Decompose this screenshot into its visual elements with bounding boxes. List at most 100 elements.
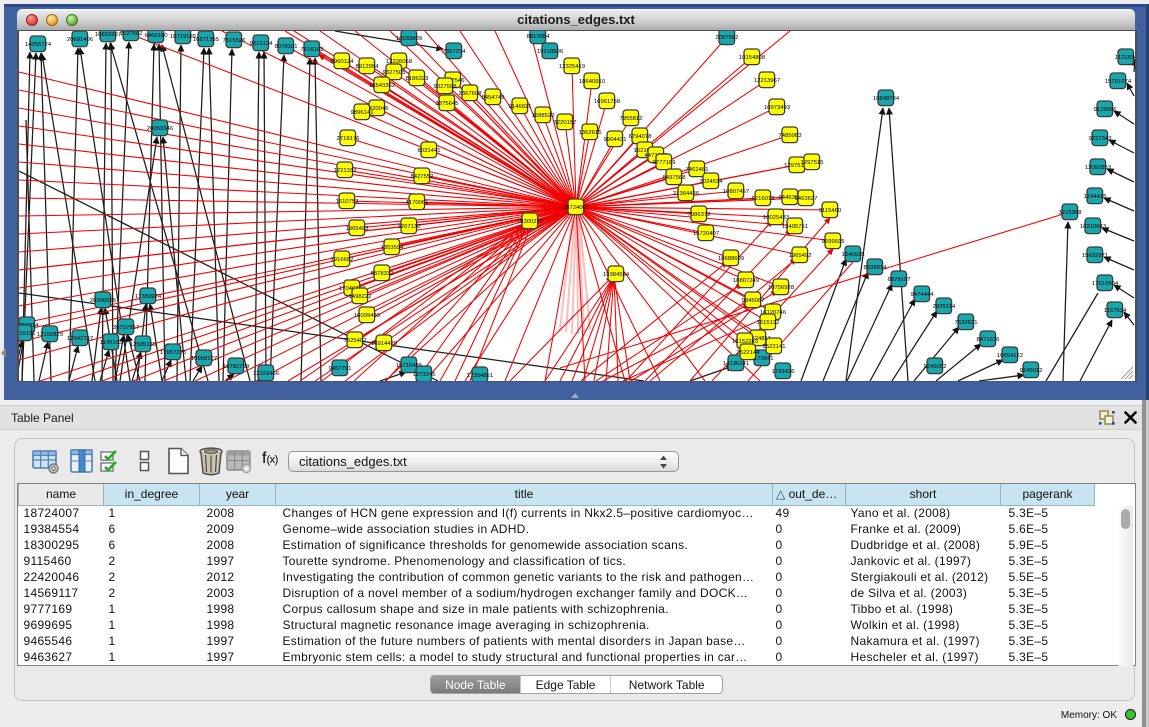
svg-text:4170061: 4170061 [406, 200, 429, 206]
svg-text:15751074: 15751074 [1105, 79, 1132, 85]
svg-text:17359924: 17359924 [135, 294, 162, 300]
svg-text:10958127: 10958127 [191, 356, 217, 362]
svg-text:9777169: 9777169 [653, 160, 676, 166]
svg-text:2522144: 2522144 [737, 350, 761, 356]
svg-text:9245012: 9245012 [1020, 368, 1043, 374]
svg-text:18640910: 18640910 [579, 79, 606, 85]
svg-text:7462461: 7462461 [686, 167, 709, 173]
svg-text:8878332: 8878332 [371, 271, 394, 277]
svg-text:2718176: 2718176 [337, 136, 361, 142]
svg-text:9474444: 9474444 [911, 292, 935, 298]
svg-text:8960124: 8960124 [331, 59, 355, 65]
svg-text:9129966: 9129966 [1094, 107, 1118, 113]
svg-text:18300273: 18300273 [517, 219, 544, 225]
svg-text:7485063: 7485063 [779, 133, 803, 139]
svg-text:16961758: 16961758 [594, 99, 621, 105]
svg-text:1615132: 1615132 [757, 320, 780, 326]
svg-text:1167534: 1167534 [1104, 308, 1127, 314]
svg-text:8078101: 8078101 [275, 44, 298, 50]
svg-text:10025433: 10025433 [763, 215, 790, 221]
svg-text:15720407: 15720407 [693, 231, 719, 237]
svg-text:13495751: 13495751 [782, 224, 808, 230]
svg-text:1353594: 1353594 [381, 245, 405, 251]
svg-text:16099489: 16099489 [354, 313, 380, 319]
svg-text:3220157: 3220157 [554, 120, 577, 126]
svg-text:9463627: 9463627 [795, 196, 818, 202]
svg-text:20206555: 20206555 [90, 298, 117, 304]
svg-text:10154808: 10154808 [739, 55, 766, 61]
svg-text:20691406: 20691406 [67, 37, 94, 43]
svg-text:1965492: 1965492 [789, 253, 812, 259]
svg-text:16210643: 16210643 [1080, 224, 1107, 230]
svg-text:1610753: 1610753 [336, 199, 360, 205]
svg-text:6466160: 6466160 [145, 33, 169, 39]
svg-text:1640935: 1640935 [842, 252, 866, 258]
svg-text:6879197: 6879197 [888, 277, 911, 283]
svg-text:17957275: 17957275 [160, 350, 187, 356]
svg-text:3875645: 3875645 [436, 101, 460, 107]
svg-text:1273245: 1273245 [413, 372, 437, 378]
svg-text:18807249: 18807249 [733, 278, 759, 284]
svg-text:8186323: 8186323 [406, 76, 430, 82]
svg-text:3024534: 3024534 [700, 179, 724, 185]
svg-text:10688609: 10688609 [718, 256, 744, 262]
svg-text:2935114: 2935114 [933, 304, 956, 310]
svg-text:10973493: 10973493 [764, 105, 791, 111]
svg-text:6216012: 6216012 [752, 196, 775, 202]
svg-text:10654122: 10654122 [997, 353, 1023, 359]
svg-text:18724007: 18724007 [563, 205, 589, 211]
svg-text:9457791: 9457791 [329, 366, 352, 372]
svg-text:3267130: 3267130 [398, 224, 422, 230]
svg-text:12505135: 12505135 [130, 342, 157, 348]
svg-text:10756928: 10756928 [768, 285, 795, 291]
svg-text:9115460: 9115460 [819, 208, 842, 214]
svg-text:1221333: 1221333 [334, 168, 358, 174]
svg-text:8031441: 8031441 [418, 148, 441, 154]
svg-text:10807457: 10807457 [723, 189, 749, 195]
svg-text:9327508: 9327508 [434, 84, 458, 90]
svg-text:8427552: 8427552 [411, 174, 434, 180]
svg-text:14055724: 14055724 [25, 42, 52, 48]
svg-text:1145193: 1145193 [100, 340, 123, 346]
svg-text:8454749: 8454749 [482, 95, 505, 101]
svg-text:19384554: 19384554 [603, 272, 630, 278]
svg-text:1733426: 1733426 [772, 369, 796, 375]
svg-text:39757857: 39757857 [113, 325, 139, 331]
svg-text:16543362: 16543362 [369, 83, 395, 89]
svg-text:1121834: 1121834 [1115, 55, 1135, 61]
svg-text:15692971: 15692971 [1082, 253, 1108, 259]
svg-text:1362615: 1362615 [579, 130, 603, 136]
svg-text:12323466: 12323466 [253, 371, 280, 377]
svg-text:13325419: 13325419 [559, 64, 585, 70]
svg-text:9227343: 9227343 [1089, 136, 1113, 142]
svg-text:8938914: 8938914 [864, 265, 888, 271]
svg-text:1588520: 1588520 [532, 113, 556, 119]
svg-text:1527602: 1527602 [120, 31, 143, 37]
svg-text:7616163: 7616163 [301, 47, 325, 53]
svg-text:6497568: 6497568 [663, 175, 687, 181]
svg-text:1965493: 1965493 [346, 226, 370, 232]
svg-text:16671355: 16671355 [193, 37, 220, 43]
svg-text:1244415: 1244415 [1084, 194, 1108, 200]
svg-text:9313124: 9313124 [250, 41, 274, 47]
svg-text:1916682: 1916682 [331, 257, 354, 263]
svg-text:12156829: 12156829 [37, 332, 63, 338]
svg-text:3915131: 3915131 [19, 331, 35, 337]
svg-text:12213967: 12213967 [754, 78, 780, 84]
svg-text:20053346: 20053346 [147, 126, 174, 132]
svg-text:12942737: 12942737 [67, 336, 93, 342]
svg-text:9896141: 9896141 [351, 110, 374, 116]
svg-text:16033809: 16033809 [396, 36, 422, 42]
svg-text:3215958: 3215958 [1059, 210, 1083, 216]
svg-text:7986372: 7986372 [688, 212, 711, 218]
svg-text:16914479: 16914479 [371, 341, 397, 347]
svg-text:7955812: 7955812 [620, 116, 643, 122]
svg-text:1297515: 1297515 [801, 160, 825, 166]
svg-text:9327505: 9327505 [383, 70, 407, 76]
svg-text:8912954: 8912954 [356, 64, 380, 70]
svg-text:2087682: 2087682 [716, 35, 739, 41]
svg-text:9245052: 9245052 [924, 364, 947, 370]
svg-text:1498222: 1498222 [349, 294, 372, 300]
svg-text:19218506: 19218506 [537, 49, 564, 55]
svg-text:8471676: 8471676 [977, 337, 1001, 343]
